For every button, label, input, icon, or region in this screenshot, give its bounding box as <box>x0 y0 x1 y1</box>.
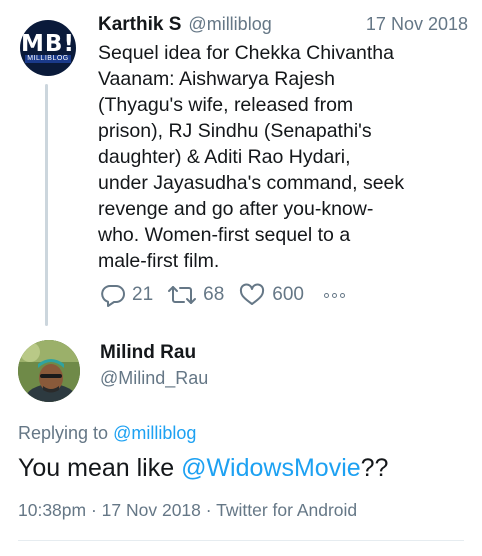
retweet-icon <box>168 286 197 304</box>
heart-icon <box>240 283 265 305</box>
tweet-text-suffix: ?? <box>360 454 389 482</box>
like-count: 600 <box>272 284 304 305</box>
tweet-timestamp[interactable]: 10:38pm · 17 Nov 2018 · Twitter for Andr… <box>18 500 357 521</box>
tweet-text-line: under Jayasudha's command, seek <box>98 172 405 194</box>
more-dot <box>331 292 337 298</box>
divider <box>18 540 464 541</box>
more-dot <box>323 292 329 298</box>
tweet-text: Sequel idea for Chekka Chivantha Vaanam:… <box>98 40 468 274</box>
replying-prefix: Replying to <box>18 423 114 443</box>
avatar-logo-text: MB! <box>21 31 75 57</box>
tweet-text-line: Sequel idea for Chekka Chivantha <box>98 42 394 64</box>
tweet-text: You mean like @WidowsMovie?? <box>18 452 388 484</box>
tweet-text-line: prison), RJ Sindhu (Senapathi's <box>98 120 372 142</box>
author-name[interactable]: Milind Rau <box>100 342 196 364</box>
tweet-text-line: (Thyagu's wife, released from <box>98 94 354 116</box>
tweet-actions: 21 68 600 <box>100 280 345 310</box>
tweet-header: Karthik S @milliblog 17 Nov 2018 <box>98 14 468 40</box>
author-handle[interactable]: @milliblog <box>188 14 271 35</box>
retweet-count: 68 <box>203 284 225 305</box>
more-dots-icon[interactable] <box>323 292 345 298</box>
reply-button[interactable]: 21 <box>100 283 153 307</box>
reply-icon <box>101 285 125 307</box>
like-button[interactable]: 600 <box>238 283 304 307</box>
more-dot <box>339 292 345 298</box>
tweet-text-line: male-first film. <box>98 250 220 272</box>
author-name[interactable]: Karthik S <box>98 14 181 36</box>
tweet-text-line: daughter) & Aditi Rao Hydari, <box>98 146 351 168</box>
reply-count: 21 <box>132 284 154 305</box>
avatar[interactable]: MB! MILLIBLOG <box>20 20 76 76</box>
avatar-logo-subtext: MILLIBLOG <box>25 55 71 63</box>
replying-mention-link[interactable]: @milliblog <box>113 423 196 443</box>
avatar-photo-icon <box>18 340 80 402</box>
avatar[interactable] <box>18 340 80 402</box>
tweet-text-line: who. Women-first sequel to a <box>98 224 351 246</box>
mention-link[interactable]: @WidowsMovie <box>181 454 361 482</box>
retweet-button[interactable]: 68 <box>167 283 224 307</box>
tweet-date[interactable]: 17 Nov 2018 <box>366 14 468 35</box>
tweet-text-line: revenge and go after you-know- <box>98 198 374 220</box>
parent-tweet: MB! MILLIBLOG Karthik S @milliblog 17 No… <box>0 0 482 330</box>
author-handle[interactable]: @Milind_Rau <box>100 368 208 389</box>
tweet-text-prefix: You mean like <box>18 454 182 482</box>
tweet-text-line: Vaanam: Aishwarya Rajesh <box>98 68 336 90</box>
replying-to: Replying to @milliblog <box>18 423 196 444</box>
